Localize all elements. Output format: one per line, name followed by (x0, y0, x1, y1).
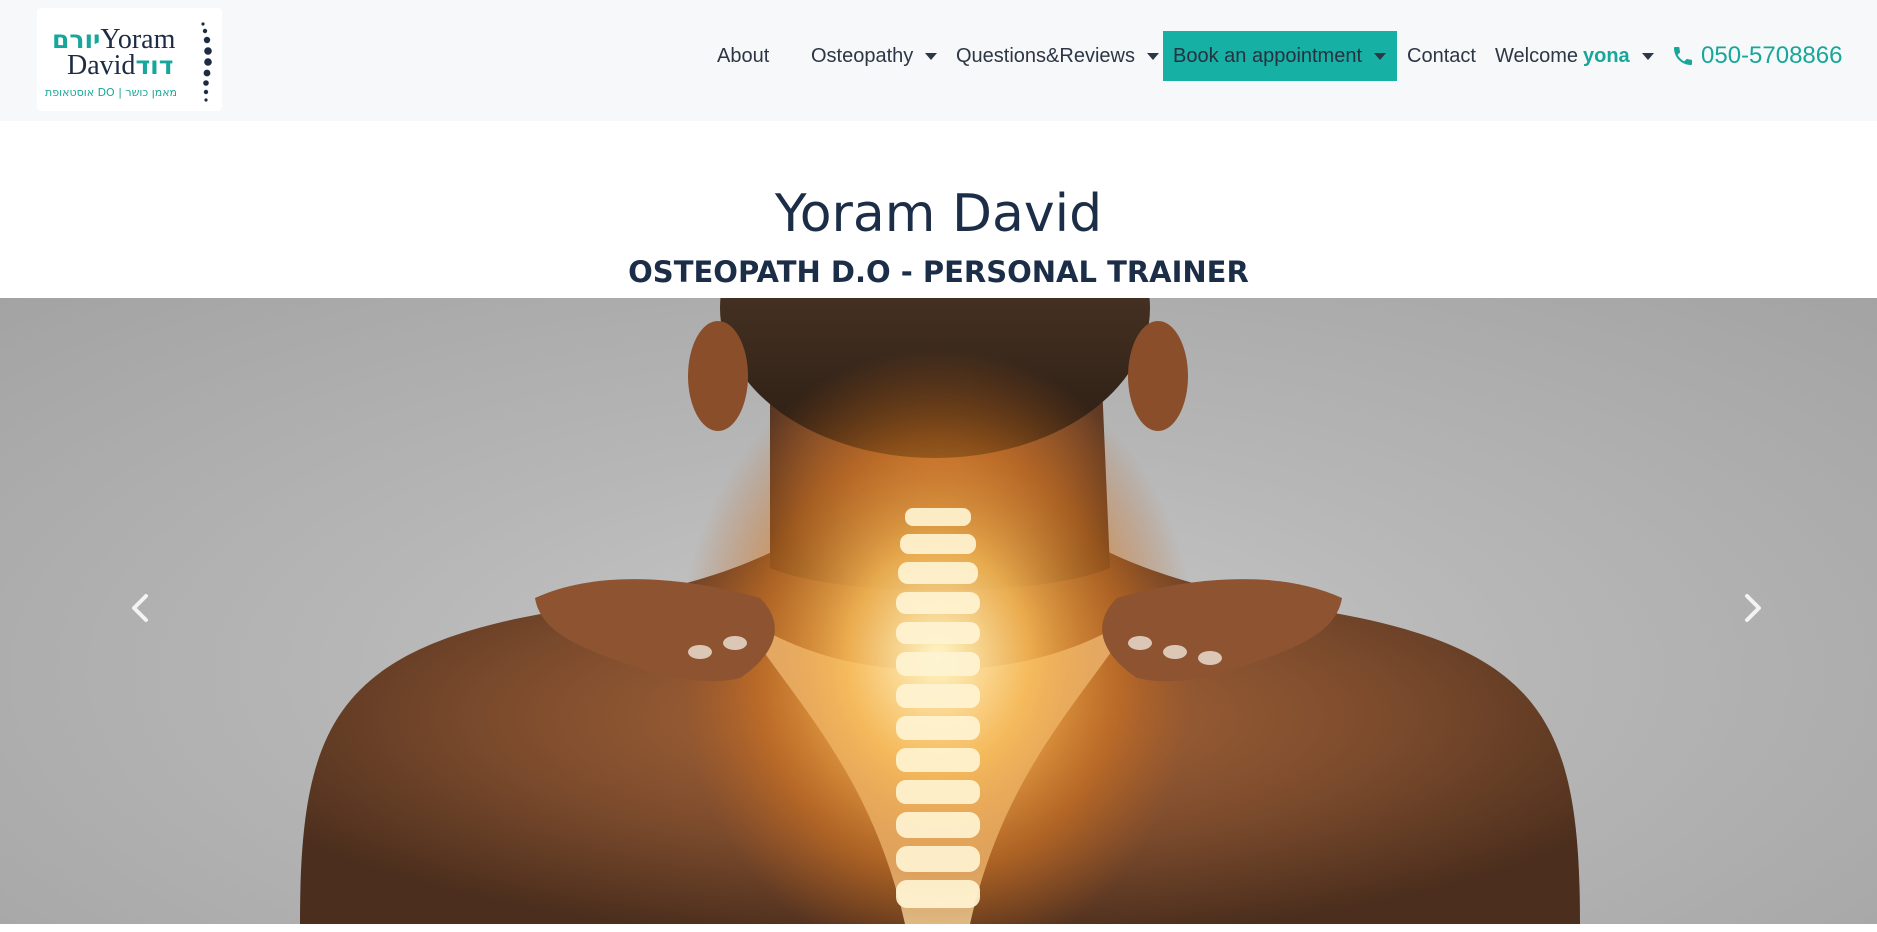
caret-down-icon (925, 52, 938, 60)
nav-osteopathy-dropdown[interactable]: Osteopathy (811, 31, 938, 81)
caret-down-icon (1641, 52, 1654, 60)
nav-contact-link[interactable]: Contact (1407, 31, 1476, 81)
page-subtitle: OSTEOPATH D.O - PERSONAL TRAINER (628, 255, 1249, 289)
carousel-next-button[interactable] (1733, 588, 1773, 628)
nav-book-label: Book an appointment (1173, 44, 1363, 67)
phone-icon (1674, 47, 1692, 65)
nav-questions-label: Questions&Reviews (956, 44, 1135, 67)
logo-english-last-name: David (67, 50, 136, 81)
nav-osteopathy-label: Osteopathy (811, 44, 914, 67)
chevron-right-icon (1745, 594, 1761, 622)
site-logo[interactable]: יורםYoram Davidדוד אוסטאופת DO | מאמן כו… (37, 8, 222, 111)
nav-about-label: About (717, 44, 770, 67)
logo-line-2: Davidדוד (67, 52, 173, 80)
caret-down-icon (1374, 52, 1387, 60)
welcome-label: Welcome (1495, 44, 1578, 67)
navbar: יורםYoram Davidדוד אוסטאופת DO | מאמן כו… (0, 0, 1877, 121)
caret-down-icon (1146, 52, 1159, 60)
logo-hebrew-last-name: דוד (135, 51, 174, 80)
carousel-prev-button[interactable] (120, 588, 160, 628)
nav-book-appointment-dropdown[interactable]: Book an appointment (1163, 31, 1397, 81)
page-title: Yoram David (774, 184, 1103, 244)
nav-contact-label: Contact (1407, 44, 1476, 67)
woman-back-glowing-spine-photo (300, 298, 1580, 924)
hero-carousel (0, 298, 1877, 924)
logo-tagline: אוסטאופת DO | מאמן כושר (45, 86, 178, 99)
nav-user-menu-dropdown[interactable]: Welcome yona (1495, 31, 1654, 81)
nav-about-link[interactable]: About (717, 31, 769, 81)
chevron-left-icon (132, 594, 148, 622)
spine-logo-icon (201, 22, 212, 102)
username-label: yona (1583, 44, 1630, 67)
phone-link[interactable]: 050-5708866 (1671, 31, 1842, 81)
nav-questions-reviews-dropdown[interactable]: Questions&Reviews (956, 31, 1159, 81)
phone-number: 050-5708866 (1701, 42, 1843, 69)
